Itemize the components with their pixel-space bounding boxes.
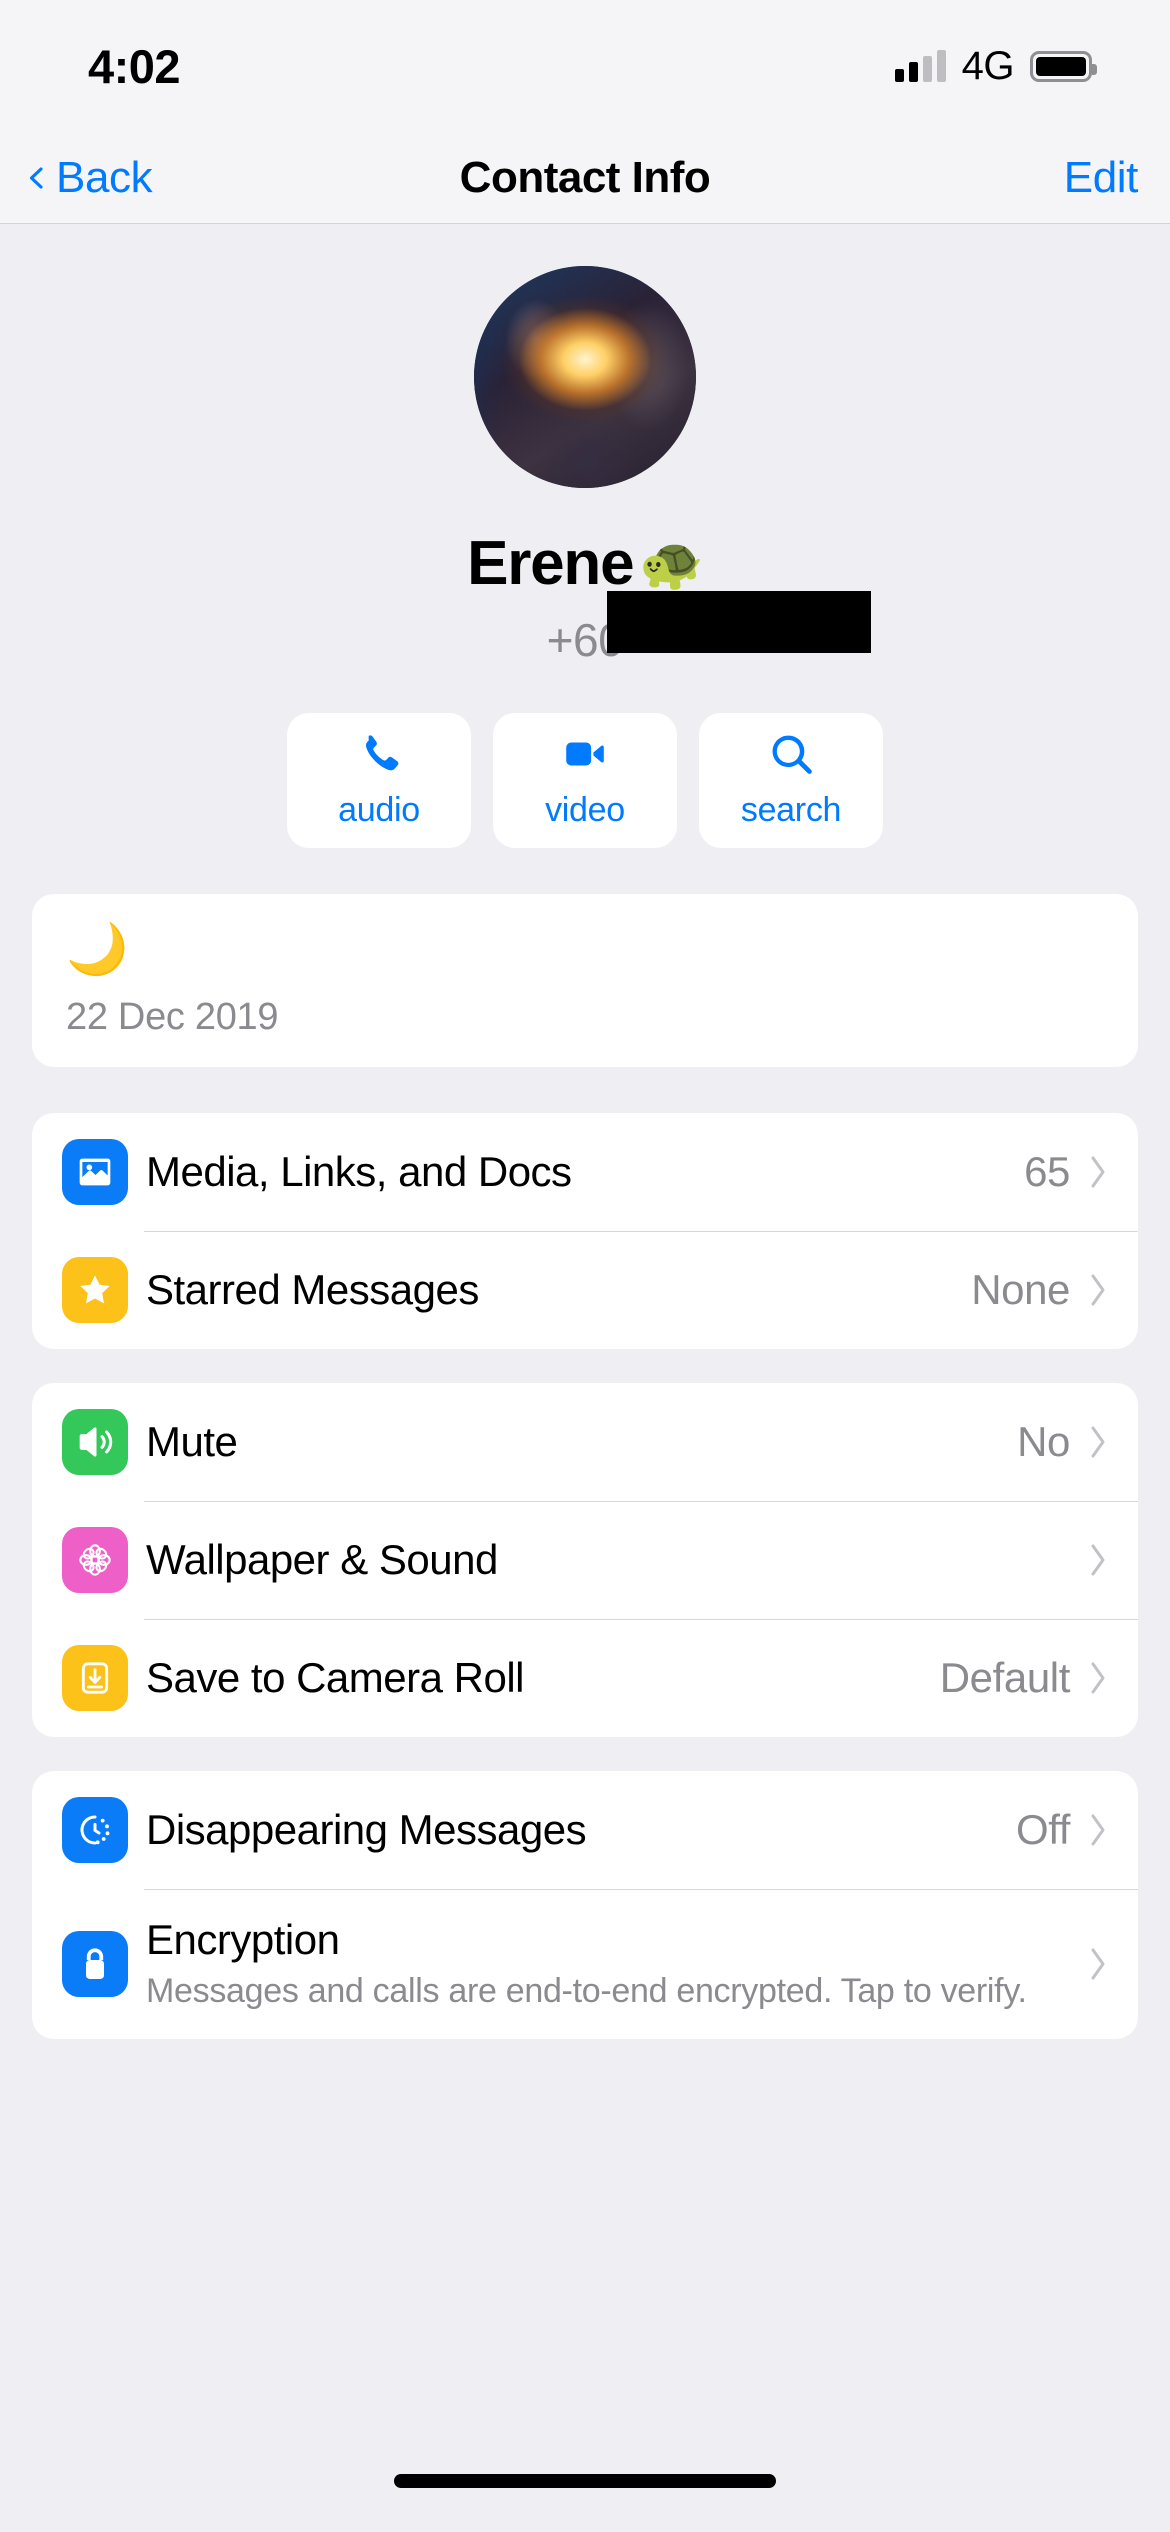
row-label: Wallpaper & Sound (146, 1536, 498, 1584)
status-update-card[interactable]: 🌙 22 Dec 2019 (32, 894, 1138, 1067)
chevron-right-icon (1091, 1426, 1105, 1458)
chevron-right-icon (1091, 1274, 1105, 1306)
phone-icon (365, 735, 399, 771)
star-icon (62, 1257, 128, 1323)
row-wallpaper-sound[interactable]: Wallpaper & Sound (32, 1501, 1138, 1619)
network-type-label: 4G (961, 43, 1015, 88)
row-value: Off (1015, 1806, 1070, 1853)
row-label: Save to Camera Roll (146, 1654, 524, 1702)
flower-icon (62, 1527, 128, 1593)
privacy-section: Disappearing Messages Off Encryption Mes… (32, 1771, 1138, 2039)
turtle-emoji: 🐢 (639, 535, 704, 593)
row-value: No (1017, 1418, 1070, 1465)
contact-info-screen: 4:02 4G Back Contact Info Edit Erene 🐢 +… (0, 0, 1170, 2532)
contact-name-text: Erene (467, 529, 635, 598)
page-title: Contact Info (459, 152, 711, 202)
profile-header: Erene 🐢 +60 (0, 224, 1170, 667)
search-icon (772, 735, 812, 774)
row-label: Mute (146, 1418, 238, 1466)
status-update-date: 22 Dec 2019 (66, 996, 279, 1038)
photos-icon (62, 1139, 128, 1205)
row-encryption[interactable]: Encryption Messages and calls are end-to… (32, 1889, 1138, 2039)
video-call-button[interactable]: video (493, 713, 677, 848)
battery-full-icon (1030, 50, 1097, 82)
audio-call-label: audio (338, 791, 420, 829)
speaker-icon (62, 1409, 128, 1475)
row-value: Default (939, 1654, 1071, 1701)
row-subtitle: Messages and calls are end-to-end encryp… (146, 1971, 1027, 2010)
search-label: search (740, 791, 842, 829)
signal-bars-icon (894, 50, 946, 82)
chevron-right-icon (1091, 1544, 1105, 1576)
back-button[interactable]: Back (24, 152, 153, 203)
contact-phone-number[interactable]: +60 (547, 591, 871, 667)
avatar[interactable] (474, 266, 696, 488)
status-bar: 4:02 4G (0, 0, 1170, 132)
video-call-label: video (545, 791, 625, 829)
chevron-left-icon (29, 166, 43, 189)
contact-name: Erene 🐢 (467, 528, 704, 599)
lock-icon (62, 1931, 128, 1997)
edit-button[interactable]: Edit (1064, 153, 1139, 203)
navigation-bar: Back Contact Info Edit (0, 132, 1170, 224)
media-section: Media, Links, and Docs 65 Starred Messag… (32, 1113, 1138, 1349)
audio-call-button[interactable]: audio (287, 713, 471, 848)
quick-actions: audio video search (0, 713, 1170, 848)
row-label: Starred Messages (146, 1266, 479, 1314)
status-bar-indicators: 4G (894, 43, 1097, 89)
chevron-right-icon (1091, 1948, 1105, 1980)
row-media-links-docs[interactable]: Media, Links, and Docs 65 (32, 1113, 1138, 1231)
search-button[interactable]: search (699, 713, 883, 848)
status-bar-time: 4:02 (88, 39, 181, 93)
download-icon (62, 1645, 128, 1711)
chevron-right-icon (1091, 1662, 1105, 1694)
row-mute[interactable]: Mute No (32, 1383, 1138, 1501)
row-label: Media, Links, and Docs (146, 1148, 572, 1196)
back-button-label: Back (56, 152, 153, 202)
row-label: Encryption (146, 1916, 340, 1964)
chevron-right-icon (1091, 1156, 1105, 1188)
home-indicator[interactable] (394, 2474, 776, 2488)
row-value: 65 (1024, 1148, 1070, 1195)
row-disappearing-messages[interactable]: Disappearing Messages Off (32, 1771, 1138, 1889)
video-camera-icon (566, 742, 604, 766)
moon-emoji: 🌙 (66, 921, 129, 977)
row-label: Disappearing Messages (146, 1806, 587, 1854)
phone-redaction-bar (606, 591, 871, 653)
chat-settings-section: Mute No Wallpaper & Sound Save to Camera… (32, 1383, 1138, 1737)
row-starred-messages[interactable]: Starred Messages None (32, 1231, 1138, 1349)
row-value: None (971, 1266, 1070, 1313)
timer-icon (62, 1797, 128, 1863)
row-save-to-camera-roll[interactable]: Save to Camera Roll Default (32, 1619, 1138, 1737)
chevron-right-icon (1091, 1814, 1105, 1846)
